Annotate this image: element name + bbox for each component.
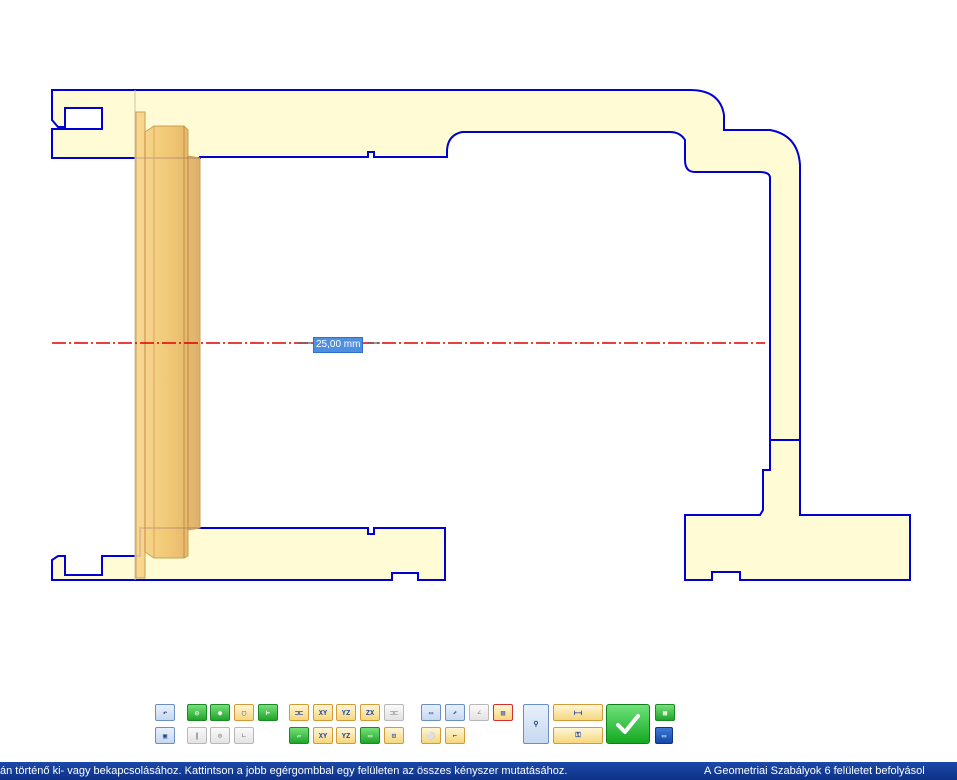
concentric-icon[interactable]: ⊚ xyxy=(210,727,230,744)
window-icon[interactable]: ▭ xyxy=(655,727,673,744)
pin-icon[interactable]: ⚲ xyxy=(523,704,549,744)
corner-icon[interactable]: ⌐ xyxy=(445,727,465,744)
status-info: A Geometriai Szabályok 6 felületet befol… xyxy=(704,765,925,777)
save-icon[interactable]: ▣ xyxy=(155,727,175,744)
image-frame-icon[interactable]: ▨ xyxy=(493,704,513,721)
symmetric-yz-icon[interactable]: YZ xyxy=(336,704,356,721)
distance-lock-icon[interactable]: ⚿ xyxy=(553,727,603,744)
status-message: án történő ki- vagy bekapcsolásához. Kat… xyxy=(0,765,568,777)
symmetric-xy-icon[interactable]: XY xyxy=(313,704,333,721)
plane-align-icon[interactable]: ▱ xyxy=(289,727,309,744)
angle-icon[interactable]: ∠ xyxy=(469,704,489,721)
constraint-toolbar: ↶ ▣ ◎ ● ▢ ⊢ ∥ ⊚ ∟ ⊐⊏ XY YZ ZX ⊐⊏ ▱ XY YZ ▭ ⊡ ▭ ⬈ ∠ ▨ ⚪ ⌐ ⚲ ⊢⊣ ⚿ ▦ ▭ xyxy=(150,700,680,750)
circle-constraint-icon[interactable]: ◎ xyxy=(187,704,207,721)
symmetric-zx-icon[interactable]: ZX xyxy=(360,704,380,721)
status-bar: án történő ki- vagy bekapcsolásához. Kat… xyxy=(0,762,957,780)
plane-xy-icon[interactable]: XY xyxy=(313,727,333,744)
rectangle-arrow-icon[interactable]: ⬈ xyxy=(445,704,465,721)
plane-constraint-icon[interactable]: ▢ xyxy=(234,704,254,721)
plane-center-icon[interactable]: ⊡ xyxy=(384,727,404,744)
insert-constraint-icon[interactable]: ⊢ xyxy=(258,704,278,721)
plane-yz-icon[interactable]: YZ xyxy=(336,727,356,744)
distance-icon[interactable]: ⊢⊣ xyxy=(553,704,603,721)
checkmark-icon xyxy=(616,714,640,734)
parallel-icon[interactable]: ∥ xyxy=(187,727,207,744)
plane-green-icon[interactable]: ▭ xyxy=(360,727,380,744)
point-constraint-icon[interactable]: ● xyxy=(210,704,230,721)
housing-lower-section[interactable] xyxy=(51,527,446,581)
bearing-ring[interactable] xyxy=(135,111,201,579)
grid-icon[interactable]: ▦ xyxy=(655,704,675,721)
symmetric-off-icon[interactable]: ⊐⊏ xyxy=(384,704,404,721)
housing-right-flange[interactable] xyxy=(684,439,911,581)
perpendicular-icon[interactable]: ∟ xyxy=(234,727,254,744)
ok-checkmark-button[interactable] xyxy=(606,704,650,744)
undo-icon[interactable]: ↶ xyxy=(155,704,175,721)
dimension-value-label[interactable]: 25,00 mm xyxy=(313,337,364,353)
rectangle-icon[interactable]: ▭ xyxy=(421,704,441,721)
equal-circles-icon[interactable]: ⚪ xyxy=(421,727,441,744)
drawing-canvas[interactable] xyxy=(0,0,957,700)
symmetric-icon[interactable]: ⊐⊏ xyxy=(289,704,309,721)
